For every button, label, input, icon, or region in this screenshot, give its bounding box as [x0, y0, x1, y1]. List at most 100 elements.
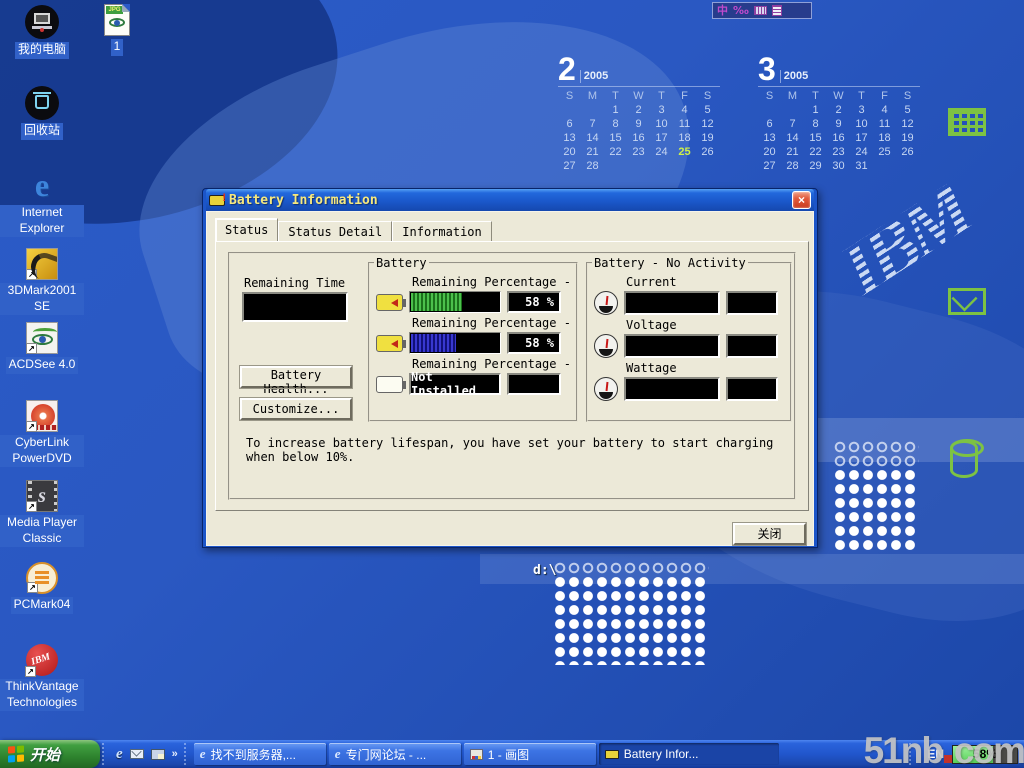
calendar-day: 6: [558, 117, 581, 131]
calendar-day: 17: [850, 131, 873, 145]
task-buttons: e找不到服务器,...e专门网论坛 - ...1 - 画图 Battery Inf…: [194, 743, 782, 765]
battery-health-button[interactable]: Battery Health...: [240, 366, 352, 388]
battery-no-activity-group: Battery - No Activity Current Voltage: [586, 256, 792, 422]
taskbar-separator: [184, 743, 192, 765]
desktop-icon-thinkvantage[interactable]: IBM↗ ThinkVantage Technologies: [0, 644, 84, 711]
tab-information[interactable]: Information: [392, 221, 491, 241]
taskbar-task-ie[interactable]: e专门网论坛 - ...: [329, 743, 461, 765]
taskbar-task-ie[interactable]: e找不到服务器,...: [194, 743, 326, 765]
watermark-right: com: [954, 730, 1024, 768]
quick-launch-bar: e »: [112, 746, 182, 763]
calendar-day: 25: [873, 145, 896, 159]
calendar-day: 30: [827, 159, 850, 173]
battery-lifespan-note: To increase battery lifespan, you have s…: [246, 436, 791, 464]
taskbar-task-paint[interactable]: 1 - 画图: [464, 743, 596, 765]
start-button[interactable]: 开始: [0, 740, 100, 768]
calendar-weekday: T: [850, 89, 873, 103]
quick-launch-mail-icon[interactable]: [130, 749, 144, 759]
battery-3-percent: [507, 373, 561, 395]
ime-language-bar[interactable]: 中 ‰: [712, 2, 812, 19]
battery-information-dialog: Battery Information × Status Status Deta…: [202, 188, 818, 548]
desktop-screen: 22005SMTWTFS1234567891011121314151617181…: [0, 0, 1024, 768]
calendar-weekday: S: [758, 89, 781, 103]
dot-grid-right-hollow: [833, 440, 919, 468]
calendar-march: 32005SMTWTFS1234567891011121314151617181…: [758, 57, 920, 173]
customize-button[interactable]: Customize...: [240, 398, 352, 420]
calendar-day: 2: [627, 103, 650, 117]
calendar-weekday: W: [827, 89, 850, 103]
desktop-icon-label: 我的电脑: [15, 42, 69, 59]
calendar-day: 14: [581, 131, 604, 145]
ime-fullwidth-icon[interactable]: ‰: [733, 3, 749, 18]
chevron-icon[interactable]: »: [172, 748, 178, 760]
calendar-day: [581, 103, 604, 117]
cylinder-icon: [950, 440, 978, 478]
dialog-titlebar[interactable]: Battery Information ×: [206, 189, 814, 211]
3dmark2001-icon: ↗: [26, 248, 58, 280]
watermark-red-dot: [944, 755, 952, 763]
calendar-month: 3: [758, 57, 776, 83]
desktop-icon-label: 回收站: [21, 123, 63, 140]
paint-icon: [470, 749, 483, 760]
desktop-icon-media-player-classic[interactable]: s↗ Media Player Classic: [0, 480, 84, 547]
battery-3-status: Not Installed: [409, 373, 501, 395]
calendar-day: 6: [758, 117, 781, 131]
calendar-day: 20: [558, 145, 581, 159]
calendar-day: 13: [558, 131, 581, 145]
ime-chinese-indicator[interactable]: 中: [717, 3, 728, 18]
powerdvd-icon: ↗: [26, 400, 58, 432]
desktop-icon-acdsee[interactable]: ↗ ACDSee 4.0: [0, 322, 84, 374]
calendar-day: 31: [850, 159, 873, 173]
dot-grid-center-hollow: [553, 561, 709, 575]
calendar-day: [673, 159, 696, 173]
dot-grid-right-filled: [833, 468, 919, 552]
desktop-icon-powerdvd[interactable]: ↗ CyberLink PowerDVD: [0, 400, 84, 467]
tab-status[interactable]: Status: [215, 218, 278, 241]
calendar-day: 1: [604, 103, 627, 117]
calendar-day: 15: [804, 131, 827, 145]
desktop-icon-3dmark2001[interactable]: ↗ 3DMark2001 SE: [0, 248, 84, 315]
desktop-icon-internet-explorer[interactable]: e Internet Explorer: [0, 168, 84, 237]
close-button[interactable]: 关闭: [733, 523, 806, 545]
calendar-day: 4: [873, 103, 896, 117]
calendar-day: [696, 159, 719, 173]
quick-launch-ie-icon[interactable]: e: [116, 746, 123, 763]
calendar-day: 28: [781, 159, 804, 173]
tab-status-detail[interactable]: Status Detail: [278, 221, 392, 241]
desktop-icon-label: PCMark04: [11, 597, 74, 614]
desktop-icon-recycle-bin[interactable]: 回收站: [0, 86, 84, 140]
calendar-february: 22005SMTWTFS1234567891011121314151617181…: [558, 57, 720, 173]
ime-notepad-icon[interactable]: [772, 5, 782, 16]
battery-row-1: 58 %: [376, 291, 572, 313]
calendar-weekday: T: [604, 89, 627, 103]
calendar-day: 19: [696, 131, 719, 145]
ime-keyboard-icon[interactable]: [754, 6, 767, 15]
show-desktop-icon[interactable]: [151, 749, 165, 760]
start-label: 开始: [30, 744, 60, 765]
calendar-day: 5: [896, 103, 919, 117]
calendar-weekday: M: [781, 89, 804, 103]
calendar-weekday: W: [627, 89, 650, 103]
calendar-day: 7: [781, 117, 804, 131]
calendar-day: 22: [804, 145, 827, 159]
calendar-day: 7: [581, 117, 604, 131]
battery-1-meter: [409, 291, 501, 313]
calendar-day: 4: [673, 103, 696, 117]
battery-titlebar-icon: [209, 195, 225, 206]
close-icon[interactable]: ×: [792, 191, 811, 209]
battery-empty-icon: [376, 376, 403, 393]
calendar-day: 28: [581, 159, 604, 173]
dialog-tabstrip: Status Status Detail Information: [215, 219, 492, 241]
ie-icon: e: [335, 746, 341, 762]
desktop-icon-pcmark04[interactable]: ↗ PCMark04: [0, 562, 84, 614]
task-label: Battery Infor...: [624, 747, 699, 761]
desktop-icon-my-computer[interactable]: 我的电脑: [0, 5, 84, 59]
remaining-time-display: [242, 292, 348, 322]
wattage-row: [594, 377, 786, 401]
calendar-weekday: F: [673, 89, 696, 103]
battery-2-percent: 58 %: [507, 332, 561, 354]
desktop-icon-jpg-file[interactable]: JPG 1: [92, 4, 142, 56]
calendar-weekday: S: [558, 89, 581, 103]
taskbar-task-battery[interactable]: Battery Infor...: [599, 743, 779, 765]
calendar-day: 15: [604, 131, 627, 145]
